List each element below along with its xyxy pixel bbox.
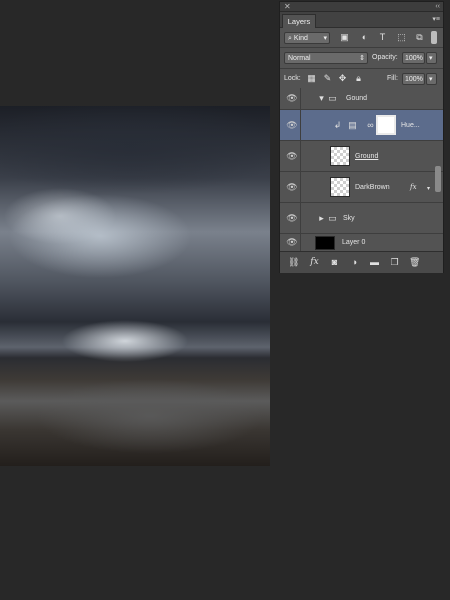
opacity-label: Opacity: [372, 54, 398, 61]
blend-mode-value: Normal [288, 55, 311, 62]
smart-object-filter-icon[interactable]: ⧉ [414, 32, 425, 43]
layer-name[interactable]: DarkBrown [355, 172, 390, 203]
divider [280, 47, 443, 48]
lock-row: Lock: ▦ ✎ ✥ 🔒︎ Fill: 100% ▾ [280, 70, 443, 87]
layers-bottom-toolbar: ⛓︎ fx ◙ ◑ ▬ ❐ 🗑︎ [280, 251, 443, 273]
document-canvas[interactable] [0, 106, 270, 466]
fx-expand-icon[interactable]: ▾ [423, 184, 434, 195]
hue-saturation-adjustment-icon: ▤ [348, 120, 357, 130]
collapsed-triangle-icon[interactable]: ▸ [316, 213, 327, 224]
layer-thumbnail[interactable] [330, 177, 350, 197]
lock-label: Lock: [284, 75, 301, 82]
panel-tab-row: Layers ▾≡ [280, 12, 443, 28]
layer-row-darkbrown[interactable]: 👁︎ DarkBrown fx ▾ [280, 172, 443, 203]
expand-triangle-icon[interactable]: ▾ [316, 93, 327, 104]
lock-transparent-icon[interactable]: ▦ [306, 73, 317, 84]
lock-image-icon[interactable]: ✎ [322, 73, 333, 84]
eye-icon[interactable]: 👁︎ [284, 203, 301, 233]
layers-list: 👁︎ ▾ ▭ Gound 👁︎ ↲ ▤ ∞ Hue... 👁︎ Ground 👁… [280, 88, 443, 251]
add-mask-icon[interactable]: ◙ [329, 257, 340, 268]
lock-position-icon[interactable]: ✥ [337, 73, 348, 84]
panel-menu-icon[interactable]: ▾≡ [432, 15, 440, 23]
divider [280, 68, 443, 69]
layer-name[interactable]: Sky [343, 203, 355, 234]
eye-icon[interactable]: 👁︎ [284, 172, 301, 202]
layer-name[interactable]: Ground [355, 141, 378, 172]
shape-filter-icon[interactable]: ⬚ [396, 32, 407, 43]
eye-icon[interactable]: 👁︎ [284, 88, 301, 109]
type-filter-icon[interactable]: T [377, 32, 388, 43]
blend-mode-select[interactable]: Normal ⇕ [284, 52, 368, 64]
eye-icon[interactable]: 👁︎ [284, 141, 301, 171]
new-layer-icon[interactable]: ❐ [389, 257, 400, 268]
adjustment-layer-icon[interactable]: ◑ [349, 257, 360, 268]
panel-titlebar: ✕ ‹‹ [280, 2, 443, 12]
clipping-mask-icon: ↲ [333, 120, 342, 130]
layer-row-group-sky[interactable]: 👁︎ ▸ ▭ Sky [280, 203, 443, 234]
folder-icon: ▭ [328, 93, 337, 103]
collapse-icon[interactable]: ‹‹ [435, 2, 440, 11]
new-group-icon[interactable]: ▬ [369, 257, 380, 268]
adjustment-filter-icon[interactable]: ◐ [359, 32, 370, 43]
filter-row: ⌕ Kind ▾ ▣ ◐ T ⬚ ⧉ [280, 29, 443, 46]
link-icon[interactable]: ∞ [365, 120, 376, 131]
chevron-updown-icon: ⇕ [359, 55, 365, 62]
blend-row: Normal ⇕ Opacity: 100% ▾ [280, 49, 443, 66]
delete-icon[interactable]: 🗑︎ [409, 257, 420, 268]
fill-input[interactable]: 100% [402, 73, 425, 85]
layer-name[interactable]: Layer 0 [342, 234, 365, 251]
layer-name[interactable]: Hue... [401, 110, 420, 141]
chevron-down-icon: ▾ [323, 35, 327, 42]
layer-row-ground[interactable]: 👁︎ Ground [280, 141, 443, 172]
layer-mask-thumbnail[interactable] [376, 115, 396, 135]
layer-thumbnail[interactable] [315, 236, 335, 250]
folder-icon: ▭ [328, 213, 337, 223]
layers-scrollbar[interactable] [435, 166, 441, 192]
layer-row-layer-0[interactable]: 👁︎ Layer 0 [280, 234, 443, 251]
eye-icon[interactable]: 👁︎ [284, 110, 301, 140]
close-icon[interactable]: ✕ [284, 2, 291, 11]
opacity-dropdown-icon[interactable]: ▾ [426, 52, 437, 64]
link-layers-icon[interactable]: ⛓︎ [288, 257, 299, 268]
kind-filter-select[interactable]: ⌕ Kind ▾ [284, 32, 330, 44]
filter-toggle-switch[interactable] [431, 31, 437, 44]
kind-filter-label: Kind [293, 35, 308, 42]
fill-dropdown-icon[interactable]: ▾ [426, 73, 437, 85]
lock-all-icon[interactable]: 🔒︎ [353, 73, 364, 84]
tab-layers[interactable]: Layers [282, 14, 316, 28]
layer-row-group-gound[interactable]: 👁︎ ▾ ▭ Gound [280, 88, 443, 110]
opacity-input[interactable]: 100% [402, 52, 425, 64]
fill-label: Fill: [387, 75, 398, 82]
layer-thumbnail[interactable] [330, 146, 350, 166]
layer-name[interactable]: Gound [346, 88, 367, 110]
fx-icon[interactable]: fx [410, 172, 417, 203]
layer-row-hue[interactable]: 👁︎ ↲ ▤ ∞ Hue... [280, 110, 443, 141]
layers-panel: ✕ ‹‹ Layers ▾≡ ⌕ Kind ▾ ▣ ◐ T ⬚ ⧉ Normal… [279, 1, 444, 273]
eye-icon[interactable]: 👁︎ [284, 234, 301, 251]
image-filter-icon[interactable]: ▣ [339, 32, 350, 43]
fx-icon[interactable]: fx [309, 257, 320, 268]
